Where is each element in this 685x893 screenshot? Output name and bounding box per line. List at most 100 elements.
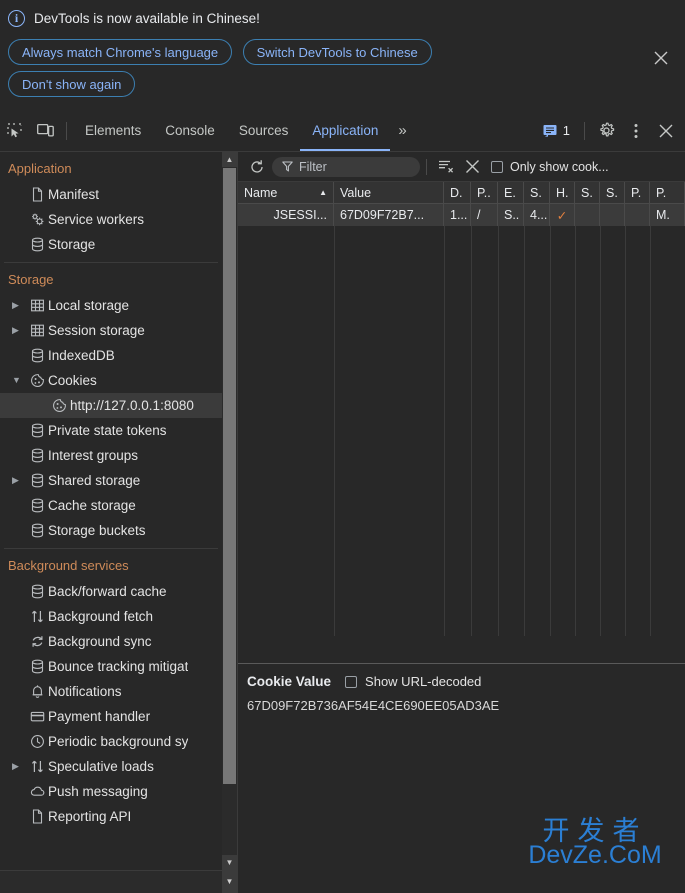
- sidebar-item-label: Private state tokens: [48, 423, 167, 438]
- checkbox-box[interactable]: [345, 675, 358, 688]
- scrollbar-thumb[interactable]: [223, 168, 236, 784]
- sidebar-item-payment-handler[interactable]: ▶Payment handler: [0, 704, 222, 729]
- column-header-label: Name: [244, 185, 278, 200]
- grid-line: [498, 226, 499, 636]
- sidebar-item-interest-groups[interactable]: ▶Interest groups: [0, 443, 222, 468]
- table-row[interactable]: JSESSI... 67D09F72B7... 1... / S.. 4... ✓ M.: [238, 204, 685, 226]
- sidebar-item-background-sync[interactable]: ▶Background sync: [0, 629, 222, 654]
- chevron-right-icon[interactable]: ▶: [12, 301, 26, 310]
- column-header-10[interactable]: P.: [650, 182, 685, 203]
- tab-application[interactable]: Application: [300, 110, 390, 151]
- column-header-6[interactable]: H.: [550, 182, 575, 203]
- sidebar-item-manifest[interactable]: ▶Manifest: [0, 182, 222, 207]
- tab-console[interactable]: Console: [153, 110, 227, 151]
- refresh-icon[interactable]: [244, 155, 270, 179]
- column-header-4[interactable]: E.: [498, 182, 524, 203]
- sidebar-item-http-127-0-0-1-8080[interactable]: ▶http://127.0.0.1:8080: [0, 393, 222, 418]
- sidebar-item-shared-storage[interactable]: ▶ Shared storage: [0, 468, 222, 493]
- sidebar-item-private-state-tokens[interactable]: ▶Private state tokens: [0, 418, 222, 443]
- inspect-element-icon[interactable]: [0, 117, 30, 145]
- dont-show-again-button[interactable]: Don't show again: [8, 71, 136, 97]
- table-cell-2: 1...: [444, 204, 471, 226]
- grid-line: [444, 226, 445, 636]
- tab-elements[interactable]: Elements: [73, 110, 153, 151]
- sidebar-item-bounce-tracking-mitigat[interactable]: ▶Bounce tracking mitigat: [0, 654, 222, 679]
- clear-filtered-cookies-icon[interactable]: [433, 155, 459, 179]
- kebab-menu-icon[interactable]: [621, 117, 651, 145]
- chevron-right-icon[interactable]: ▶: [12, 762, 26, 771]
- show-url-decoded-checkbox[interactable]: Show URL-decoded: [345, 674, 481, 689]
- column-header-5[interactable]: S.: [524, 182, 550, 203]
- table-cell-6: ✓: [550, 204, 575, 226]
- sidebar-item-label: Shared storage: [48, 473, 141, 488]
- sidebar-scrollbar[interactable]: ▲ ▼: [222, 152, 237, 870]
- more-tabs-icon[interactable]: »: [390, 122, 414, 139]
- sidebar-item-cookies[interactable]: ▼ Cookies: [0, 368, 222, 393]
- close-devtools-icon[interactable]: [651, 117, 681, 145]
- sidebar-horizontal-scrollbar[interactable]: [0, 870, 222, 893]
- table-cell-4: S..: [498, 204, 524, 226]
- column-header-2[interactable]: D.: [444, 182, 471, 203]
- column-header-1[interactable]: Value: [334, 182, 444, 203]
- sidebar-item-periodic-background-sy[interactable]: ▶Periodic background sy: [0, 729, 222, 754]
- scroll-down-arrow[interactable]: ▼: [222, 855, 237, 870]
- banner-close-icon[interactable]: [647, 44, 675, 72]
- chevron-right-icon[interactable]: ▶: [12, 476, 26, 485]
- sidebar-item-label: Service workers: [48, 212, 145, 227]
- database-icon: [26, 473, 48, 488]
- sidebar-item-speculative-loads[interactable]: ▶ Speculative loads: [0, 754, 222, 779]
- scrollbar-corner-arrow[interactable]: ▼: [222, 870, 237, 893]
- table-cell-1: 67D09F72B7...: [334, 204, 444, 226]
- database-icon: [26, 348, 48, 363]
- sidebar-item-label: Background fetch: [48, 609, 154, 624]
- sidebar-item-label: Reporting API: [48, 809, 132, 824]
- sidebar-item-session-storage[interactable]: ▶ Session storage: [0, 318, 222, 343]
- sidebar-item-background-fetch[interactable]: ▶Background fetch: [0, 604, 222, 629]
- sidebar-item-label: IndexedDB: [48, 348, 115, 363]
- cookie-value-text: 67D09F72B736AF54E4CE690EE05AD3AE: [247, 698, 500, 713]
- grid-line: [471, 226, 472, 636]
- column-header-label: H.: [556, 185, 569, 200]
- always-match-chrome-language-button[interactable]: Always match Chrome's language: [8, 39, 233, 65]
- filter-placeholder: Filter: [299, 159, 327, 174]
- sidebar-item-notifications[interactable]: ▶Notifications: [0, 679, 222, 704]
- column-header-3[interactable]: P..: [471, 182, 498, 203]
- info-circle-icon: i: [8, 9, 25, 27]
- sidebar-item-reporting-api[interactable]: ▶Reporting API: [0, 804, 222, 829]
- application-sidebar[interactable]: Application▶Manifest▶Service workers▶Sto…: [0, 152, 222, 870]
- column-header-9[interactable]: P.: [625, 182, 650, 203]
- table-empty-grid: [238, 226, 685, 636]
- show-url-decoded-label: Show URL-decoded: [365, 674, 482, 689]
- sidebar-item-local-storage[interactable]: ▶ Local storage: [0, 293, 222, 318]
- hscrollbar-thumb[interactable]: [1, 874, 220, 887]
- checkbox-box[interactable]: [491, 160, 503, 173]
- sidebar-item-storage-buckets[interactable]: ▶Storage buckets: [0, 518, 222, 543]
- sidebar-item-back-forward-cache[interactable]: ▶Back/forward cache: [0, 579, 222, 604]
- tab-sources[interactable]: Sources: [227, 110, 301, 151]
- column-header-7[interactable]: S.: [575, 182, 600, 203]
- sidebar-item-cache-storage[interactable]: ▶Cache storage: [0, 493, 222, 518]
- database-icon: [26, 584, 48, 599]
- column-header-8[interactable]: S.: [600, 182, 625, 203]
- column-header-0[interactable]: Name ▲: [238, 182, 334, 203]
- gear-icon[interactable]: [591, 117, 621, 145]
- device-toolbar-icon[interactable]: [30, 117, 60, 145]
- arrows-updown-icon: [26, 609, 48, 624]
- sidebar-item-storage[interactable]: ▶Storage: [0, 232, 222, 257]
- chevron-down-icon[interactable]: ▼: [12, 376, 26, 385]
- issues-button[interactable]: 1: [535, 123, 578, 138]
- sidebar-item-service-workers[interactable]: ▶Service workers: [0, 207, 222, 232]
- only-show-cookies-label: Only show cook...: [510, 159, 609, 174]
- table-body[interactable]: JSESSI... 67D09F72B7... 1... / S.. 4... ✓ M.: [238, 204, 685, 226]
- toolbar-divider: [66, 121, 67, 140]
- chevron-right-icon[interactable]: ▶: [12, 326, 26, 335]
- switch-devtools-to-chinese-button[interactable]: Switch DevTools to Chinese: [242, 39, 432, 65]
- only-show-cookies-checkbox[interactable]: Only show cook...: [491, 160, 609, 174]
- sidebar-item-indexeddb[interactable]: ▶IndexedDB: [0, 343, 222, 368]
- filter-input[interactable]: Filter: [272, 156, 420, 177]
- column-header-label: S.: [581, 185, 593, 200]
- cookies-table[interactable]: Name ▲ Value D. P.. E. S. H. S. S. P. P. JSESSI... 6…: [238, 182, 685, 636]
- sidebar-item-push-messaging[interactable]: ▶Push messaging: [0, 779, 222, 804]
- scroll-up-arrow[interactable]: ▲: [222, 152, 237, 167]
- delete-cookie-icon[interactable]: [459, 155, 485, 179]
